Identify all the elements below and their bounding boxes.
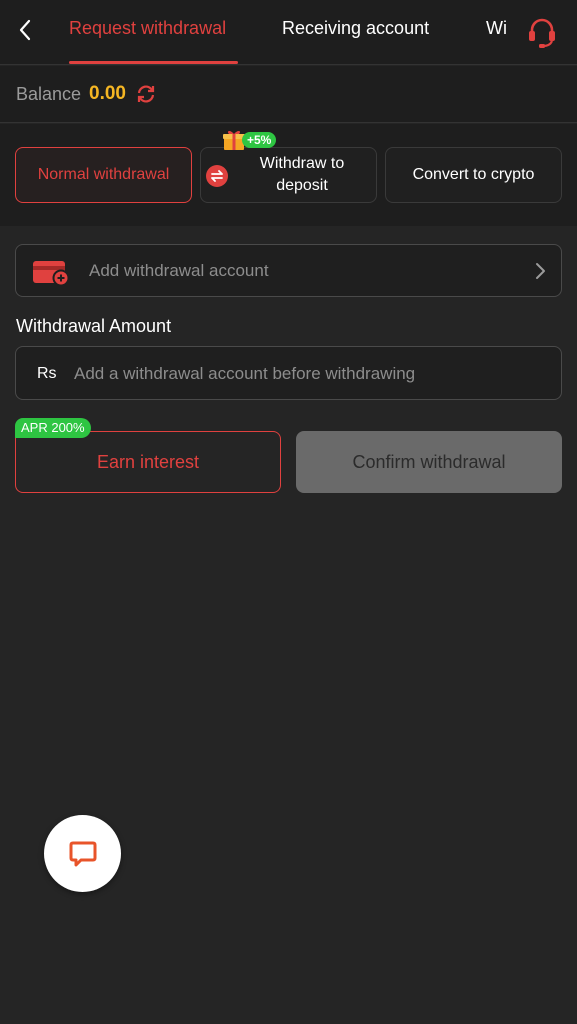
card-icon — [32, 258, 70, 287]
top-navigation: Request withdrawal Receiving account Wi — [0, 0, 577, 65]
withdraw-to-deposit-label: Withdraw to deposit — [259, 155, 345, 194]
balance-row: Balance 0.00 — [0, 66, 577, 123]
add-withdrawal-account-label: Add withdrawal account — [89, 261, 269, 280]
bonus-badge: +5% — [242, 132, 277, 148]
chat-icon[interactable] — [44, 815, 121, 892]
balance-value: 0.00 — [89, 83, 126, 104]
balance-label: Balance — [16, 84, 82, 104]
tab-request-withdrawal[interactable]: Request withdrawal — [69, 18, 226, 39]
withdrawal-amount-field: Rs — [15, 346, 562, 400]
add-withdrawal-account-field[interactable]: Add withdrawal account — [15, 244, 562, 297]
currency-label: Rs — [37, 365, 57, 382]
normal-withdrawal-button[interactable]: Normal withdrawal — [15, 147, 192, 203]
convert-to-crypto-button[interactable]: Convert to crypto — [385, 147, 562, 203]
back-icon[interactable] — [14, 17, 36, 43]
active-tab-indicator — [69, 61, 238, 64]
chevron-right-icon — [533, 261, 547, 281]
tab-receiving-account[interactable]: Receiving account — [282, 18, 429, 39]
confirm-withdrawal-button[interactable]: Confirm withdrawal — [296, 431, 562, 493]
withdrawal-amount-title: Withdrawal Amount — [16, 316, 172, 336]
withdrawal-amount-input[interactable] — [74, 359, 544, 389]
apr-badge: APR 200% — [15, 418, 91, 438]
headset-icon[interactable] — [506, 0, 577, 64]
refresh-icon[interactable] — [136, 84, 156, 104]
withdraw-to-deposit-button[interactable]: Withdraw to deposit — [200, 147, 377, 203]
tab-withdrawal-records[interactable]: Wi — [486, 18, 507, 39]
earn-interest-button[interactable]: Earn interest — [15, 431, 281, 493]
withdrawal-methods: Normal withdrawal Withdraw to deposit Co… — [0, 124, 577, 226]
swap-icon — [206, 165, 228, 187]
